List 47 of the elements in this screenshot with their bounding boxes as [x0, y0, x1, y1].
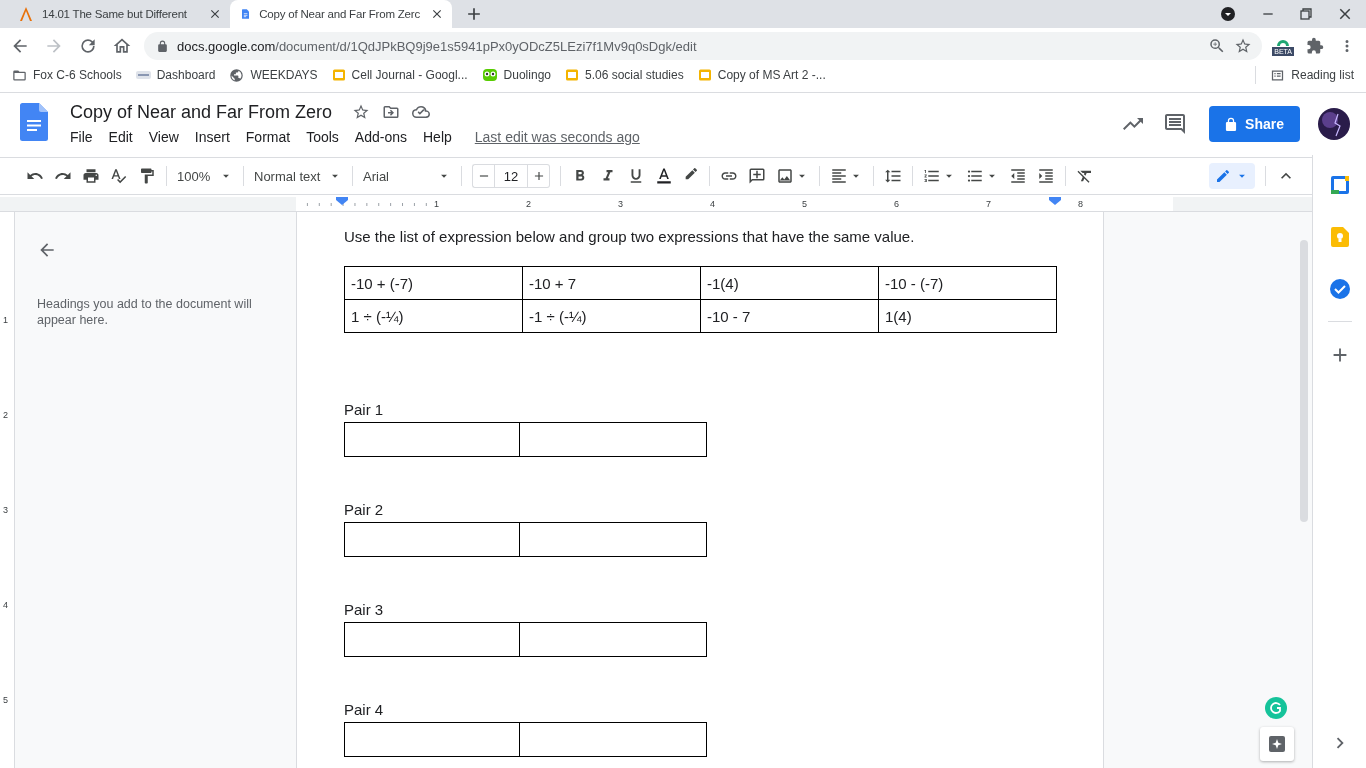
last-edit-link[interactable]: Last edit was seconds ago — [474, 128, 640, 145]
browser-tab[interactable]: 14.01 The Same but Different — [8, 0, 230, 28]
bookmark[interactable]: WEEKDAYS — [229, 67, 318, 83]
pair-label: Pair 2 — [344, 501, 385, 518]
reading-list-button[interactable]: Reading list — [1270, 67, 1354, 83]
menu-item[interactable]: Insert — [187, 126, 237, 147]
table-cell: -1 ÷ (-¼) — [522, 299, 701, 333]
table-cell: -10 - (-7) — [878, 266, 1057, 300]
style-dropdown[interactable]: Normal text — [254, 168, 342, 184]
share-button[interactable]: Share — [1209, 106, 1300, 142]
ruler-number: 1 — [2, 315, 9, 327]
table-cell: 1 ÷ (-¼) — [344, 299, 523, 333]
font-dropdown[interactable]: Arial — [363, 168, 451, 184]
bookmark[interactable]: Dashboard — [135, 68, 216, 82]
url-text: docs.google.com/document/d/1QdJPkBQ9j9e1s5941pPx0yODcZ5LEzi7f1Mv9q0sDgk/edit — [177, 38, 697, 54]
address-bar[interactable]: docs.google.com/document/d/1QdJPkBQ9j9e1s5941pPx0yODcZ5LEzi7f1Mv9q0sDgk/edit — [144, 32, 1263, 60]
bookmark[interactable]: 5.06 social studies — [565, 68, 684, 82]
pair-label: Pair 1 — [344, 401, 385, 418]
pair-label: Pair 3 — [344, 601, 385, 618]
bookmark[interactable]: Fox C-6 Schools — [12, 67, 122, 83]
table-cell: -10 - 7 — [700, 299, 879, 333]
bookmark[interactable]: Duolingo — [481, 68, 551, 82]
font-size-field[interactable]: 12 — [494, 164, 528, 188]
menu-item[interactable]: Tools — [299, 126, 346, 147]
ruler-number: 4 — [2, 600, 9, 612]
menu-item[interactable]: Help — [416, 126, 459, 147]
table-cell: 1(4) — [878, 299, 1057, 333]
bookmark[interactable]: Copy of MS Art 2 -... — [697, 68, 826, 82]
paragraph: Use the list of expression below and group two expressions that have the same value. — [344, 228, 916, 246]
document-title[interactable]: Copy of Near and Far From Zero — [70, 101, 333, 123]
menu-item[interactable]: File — [63, 126, 100, 147]
browser-tab[interactable]: Copy of Near and Far From Zerc — [230, 0, 452, 28]
ruler-number: 8 — [1078, 197, 1173, 211]
menu-item[interactable]: View — [141, 126, 186, 147]
ruler-number: 3 — [2, 505, 9, 517]
bookmark[interactable]: Cell Journal - Googl... — [331, 68, 468, 82]
pair-label: Pair 4 — [344, 701, 385, 718]
menu-item[interactable]: Format — [238, 126, 298, 147]
outline-hint: Headings you add to the document will appear here. — [37, 296, 253, 328]
zoom-dropdown[interactable]: 100% — [177, 168, 233, 184]
table-cell: -10 + 7 — [522, 266, 701, 300]
menu-item[interactable]: Add-ons — [347, 126, 414, 147]
menu-item[interactable]: Edit — [101, 126, 140, 147]
ruler-number: 5 — [2, 695, 9, 707]
table-cell: -10 + (-7) — [344, 266, 523, 300]
table-cell: -1(4) — [700, 266, 879, 300]
ruler-number: 2 — [2, 410, 9, 422]
